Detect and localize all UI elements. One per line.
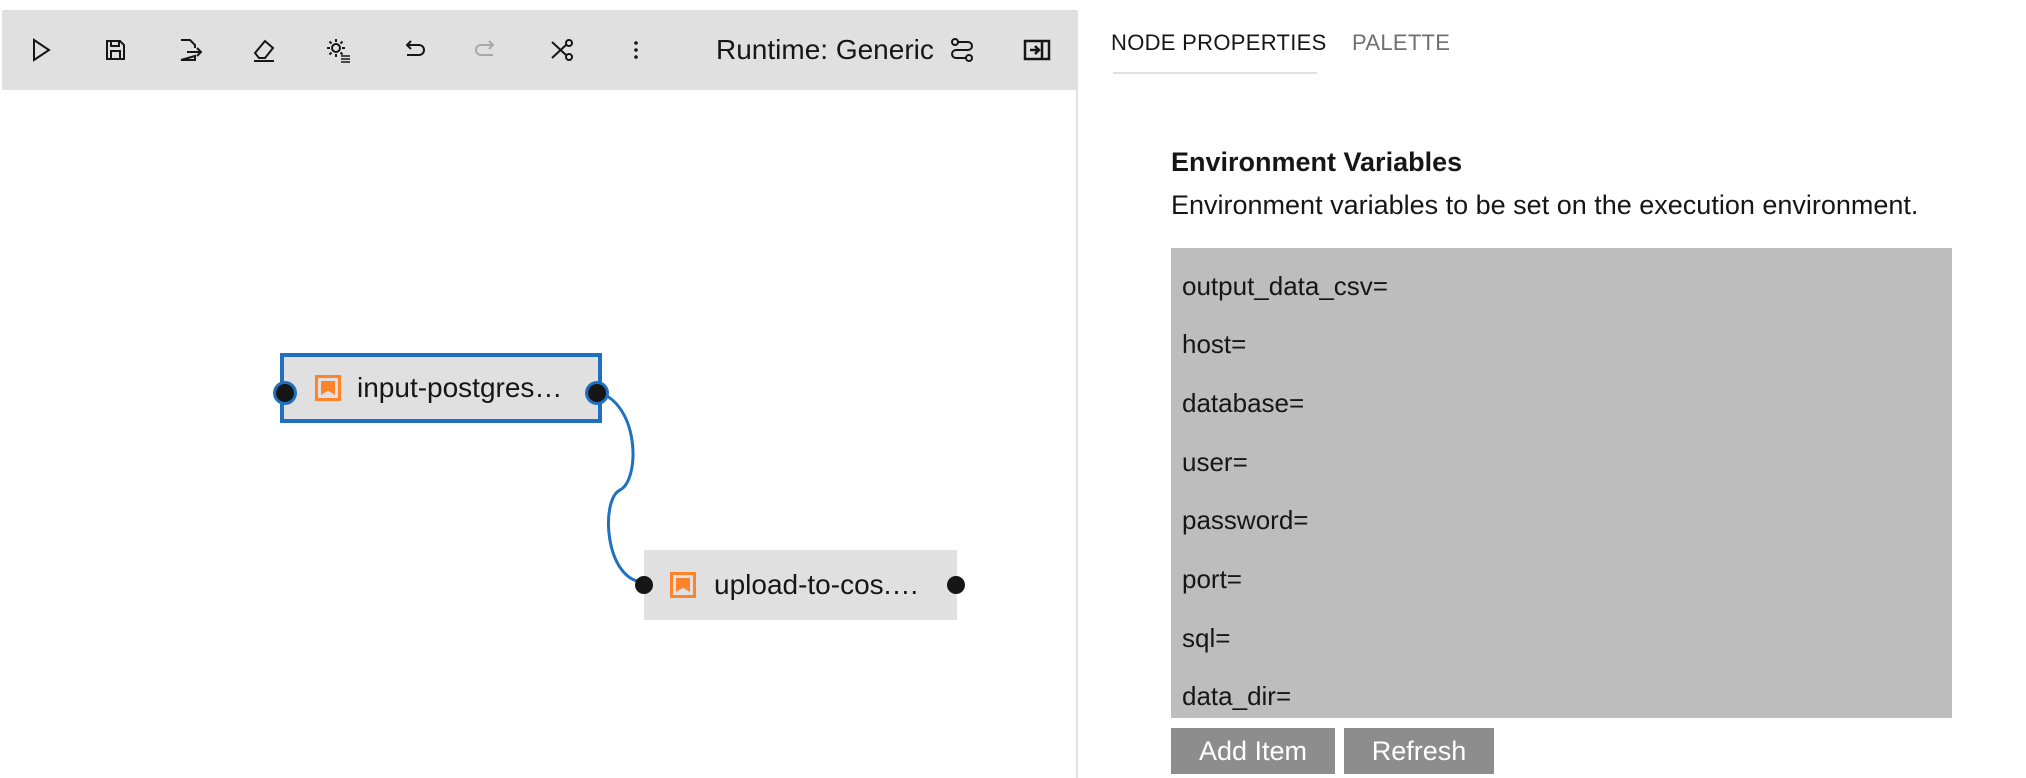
env-var-item[interactable]: database= [1182,388,1304,419]
panel-toggle-button[interactable] [1012,10,1062,90]
section-title: Environment Variables [1171,147,1463,177]
export-button[interactable] [164,10,214,90]
node-input-port[interactable] [635,576,653,594]
node-label: input-postgres… [357,372,563,403]
pipeline-node[interactable]: input-postgres… [280,353,602,423]
refresh-button[interactable]: Refresh [1344,728,1494,774]
clear-button[interactable] [239,10,289,90]
settings-icon [327,39,350,63]
node-output-port[interactable] [947,576,965,594]
runtime-label: Runtime: Generic [716,10,976,90]
properties-panel: NODE PROPERTIES PALETTE Environment Vari… [1078,10,2026,778]
node-label: upload-to-cos.… [714,569,920,600]
section-description: Environment variables to be set on the e… [1171,190,1919,220]
node-bookmark-icon [315,375,341,401]
pipeline-toolbar: Runtime: Generic [2,10,1076,90]
cut-button[interactable] [537,10,587,90]
env-var-item[interactable]: sql= [1182,623,1230,654]
run-button[interactable] [16,10,66,90]
env-var-item[interactable]: port= [1182,564,1242,595]
pipeline-canvas[interactable]: Runtime: Generic input-postgres… upload-… [0,10,1076,778]
add-item-button[interactable]: Add Item [1171,728,1335,774]
tab-underline [1113,72,1317,74]
cut-icon [551,39,573,61]
env-var-item[interactable]: output_data_csv= [1182,271,1388,302]
undo-icon [405,40,425,56]
more-icon [634,41,638,59]
redo-icon [475,40,495,56]
env-var-item[interactable]: data_dir= [1182,681,1291,712]
export-icon [180,39,203,61]
save-icon [106,40,125,60]
env-var-item[interactable]: password= [1182,505,1308,536]
undo-button[interactable] [388,10,438,90]
node-output-port[interactable] [588,384,606,402]
node-input-port[interactable] [276,384,294,402]
run-icon [33,38,51,62]
pipeline-node[interactable]: upload-to-cos.… [644,550,957,620]
panel-toggle-icon [1023,39,1051,61]
settings-button[interactable] [313,10,363,90]
redo-button[interactable] [462,10,512,90]
env-var-item[interactable]: user= [1182,447,1248,478]
runtime-text: Runtime: Generic [716,34,934,65]
save-button[interactable] [90,10,140,90]
env-vars-list[interactable]: output_data_csv= host= database= user= p… [1171,248,1952,718]
tab-palette[interactable]: PALETTE [1352,30,1450,56]
more-button[interactable] [611,10,661,90]
pipeline-icon [950,38,973,62]
tab-node-properties[interactable]: NODE PROPERTIES [1111,30,1327,56]
clear-icon [253,39,275,62]
env-var-item[interactable]: host= [1182,329,1246,360]
node-bookmark-icon [670,572,696,598]
